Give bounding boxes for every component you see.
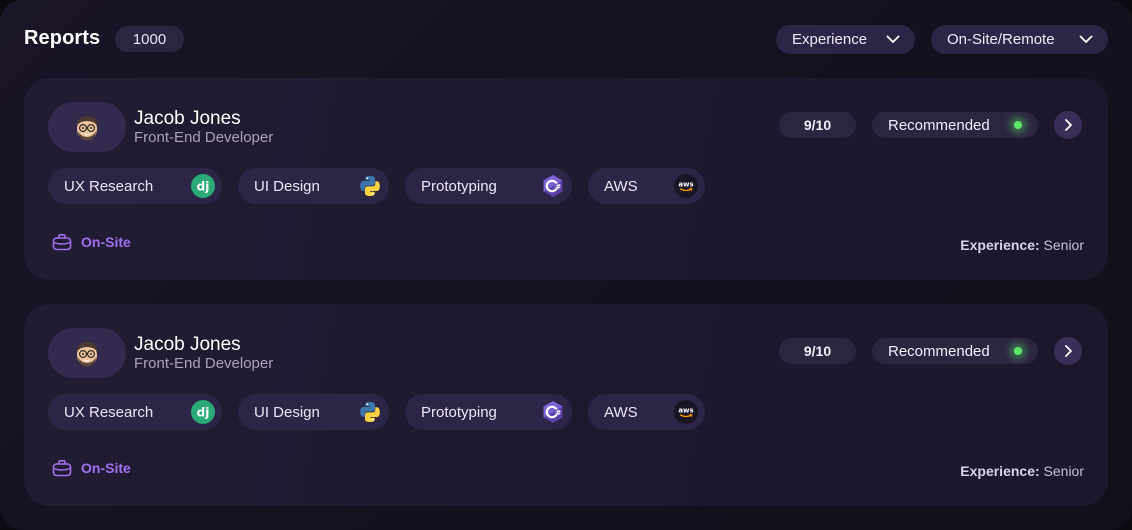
chevron-down-icon bbox=[886, 35, 900, 43]
svg-text:aws: aws bbox=[678, 181, 693, 189]
chevron-down-icon bbox=[1079, 35, 1093, 43]
location-filter-dropdown[interactable]: On-Site/Remote bbox=[931, 25, 1108, 54]
status-dot-icon bbox=[1014, 347, 1022, 355]
status-label: Recommended bbox=[888, 342, 990, 360]
django-icon: dj bbox=[191, 400, 215, 424]
candidate-card[interactable]: Jacob Jones Front-End Developer 9/10 Rec… bbox=[24, 304, 1108, 506]
django-icon: dj bbox=[191, 174, 215, 198]
score-badge: 9/10 bbox=[779, 112, 856, 138]
memoji-icon bbox=[76, 342, 98, 367]
avatar bbox=[48, 102, 126, 152]
candidate-role: Front-End Developer bbox=[134, 129, 274, 146]
experience-key: Experience: bbox=[960, 237, 1040, 253]
skill-tag: Prototyping # bbox=[405, 394, 572, 430]
experience-filter-label: Experience bbox=[792, 31, 868, 48]
python-icon bbox=[360, 402, 380, 422]
svg-text:dj: dj bbox=[197, 406, 210, 420]
aws-icon: aws bbox=[674, 400, 698, 424]
csharp-icon: # bbox=[543, 175, 563, 197]
skill-label: AWS bbox=[604, 177, 638, 195]
avatar bbox=[48, 328, 126, 378]
svg-text:aws: aws bbox=[678, 407, 693, 415]
status-badge: Recommended bbox=[872, 112, 1038, 138]
candidate-name: Jacob Jones bbox=[134, 334, 241, 355]
page-title: Reports bbox=[24, 27, 101, 49]
skill-label: Prototyping bbox=[421, 403, 497, 421]
open-details-button[interactable] bbox=[1054, 337, 1082, 365]
csharp-icon: # bbox=[543, 401, 563, 423]
count-badge: 1000 bbox=[115, 26, 184, 52]
candidate-name: Jacob Jones bbox=[134, 108, 241, 129]
experience-key: Experience: bbox=[960, 463, 1040, 479]
briefcase-icon bbox=[52, 234, 72, 251]
experience-level: Experience: Senior bbox=[960, 463, 1084, 479]
python-icon bbox=[360, 176, 380, 196]
status-badge: Recommended bbox=[872, 338, 1038, 364]
status-dot-icon bbox=[1014, 121, 1022, 129]
skill-label: UI Design bbox=[254, 403, 320, 421]
skill-tag: Prototyping # bbox=[405, 168, 572, 204]
chevron-right-icon bbox=[1065, 345, 1072, 357]
svg-text:#: # bbox=[555, 183, 561, 191]
open-details-button[interactable] bbox=[1054, 111, 1082, 139]
location-label: On-Site bbox=[81, 460, 131, 476]
skill-tag: AWS aws bbox=[588, 168, 705, 204]
experience-value: Senior bbox=[1043, 237, 1084, 253]
candidate-card[interactable]: Jacob Jones Front-End Developer 9/10 Rec… bbox=[24, 78, 1108, 280]
status-label: Recommended bbox=[888, 116, 990, 134]
svg-text:#: # bbox=[555, 409, 561, 417]
score-badge: 9/10 bbox=[779, 338, 856, 364]
reports-panel: Reports 1000 Experience On-Site/Remote J… bbox=[0, 0, 1132, 530]
location-label: On-Site bbox=[81, 234, 131, 250]
skill-tag: AWS aws bbox=[588, 394, 705, 430]
experience-value: Senior bbox=[1043, 463, 1084, 479]
skill-tag: UX Research dj bbox=[48, 168, 222, 204]
skill-label: Prototyping bbox=[421, 177, 497, 195]
svg-text:dj: dj bbox=[197, 180, 210, 194]
candidate-role: Front-End Developer bbox=[134, 355, 274, 372]
experience-level: Experience: Senior bbox=[960, 237, 1084, 253]
experience-filter-dropdown[interactable]: Experience bbox=[776, 25, 915, 54]
work-location: On-Site bbox=[52, 459, 131, 477]
skill-tag: UI Design bbox=[238, 394, 389, 430]
skill-label: UX Research bbox=[64, 403, 154, 421]
briefcase-icon bbox=[52, 460, 72, 477]
work-location: On-Site bbox=[52, 233, 131, 251]
memoji-icon bbox=[76, 116, 98, 141]
skill-label: UX Research bbox=[64, 177, 154, 195]
skill-tag: UI Design bbox=[238, 168, 389, 204]
chevron-right-icon bbox=[1065, 119, 1072, 131]
skill-label: UI Design bbox=[254, 177, 320, 195]
skill-label: AWS bbox=[604, 403, 638, 421]
location-filter-label: On-Site/Remote bbox=[947, 31, 1055, 48]
reports-header: Reports 1000 Experience On-Site/Remote bbox=[24, 25, 1108, 55]
skill-tag: UX Research dj bbox=[48, 394, 222, 430]
aws-icon: aws bbox=[674, 174, 698, 198]
